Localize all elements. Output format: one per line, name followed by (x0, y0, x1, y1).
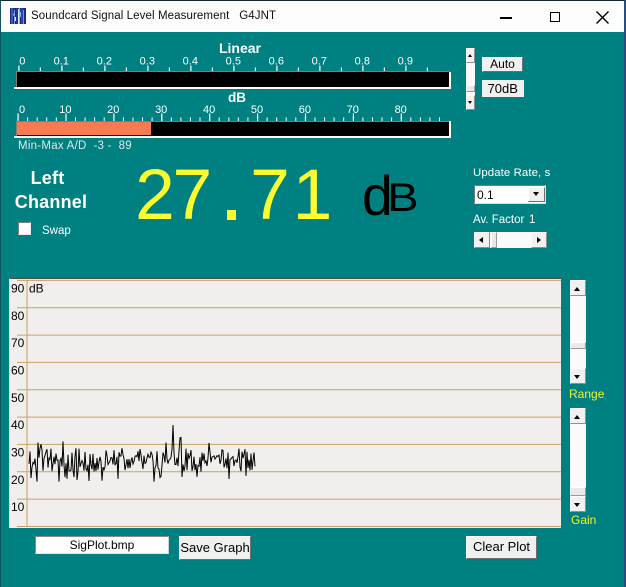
svg-text:20: 20 (11, 473, 25, 487)
svg-text:40: 40 (11, 418, 25, 432)
svg-text:0.1: 0.1 (54, 56, 69, 68)
svg-text:dB: dB (29, 282, 44, 296)
svg-text:0: 0 (19, 104, 25, 116)
svg-text:80: 80 (11, 309, 25, 323)
svg-text:90: 90 (11, 282, 25, 296)
svg-text:10: 10 (11, 500, 25, 514)
svg-text:dB: dB (228, 90, 246, 105)
svg-text:30: 30 (11, 446, 25, 460)
svg-text:50: 50 (11, 391, 25, 405)
svg-text:Linear: Linear (219, 40, 262, 56)
svg-text:60: 60 (11, 364, 25, 378)
svg-text:70: 70 (11, 336, 25, 350)
svg-text:0: 0 (19, 56, 25, 68)
